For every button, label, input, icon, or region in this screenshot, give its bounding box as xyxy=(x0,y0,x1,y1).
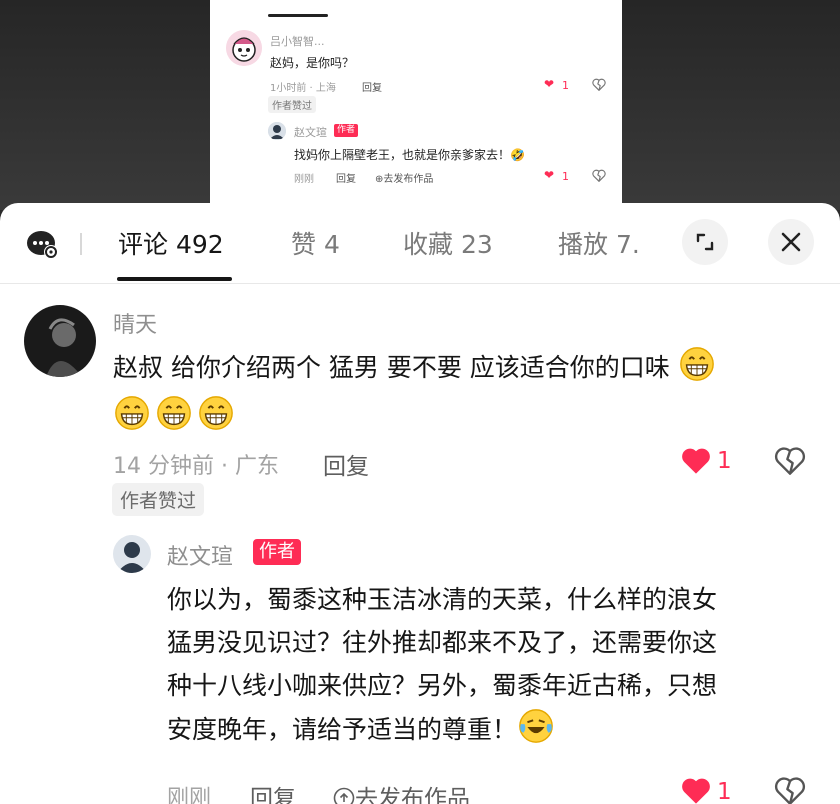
tab-separator xyxy=(80,233,82,255)
active-tab-underline xyxy=(117,277,232,281)
close-button[interactable] xyxy=(768,219,814,265)
author-liked-badge: 作者赞过 xyxy=(112,483,205,516)
inset-comment-text: 赵妈，是你吗？ xyxy=(270,56,355,70)
publish-work-button[interactable]: 去发布作品 xyxy=(333,779,470,804)
reply-dislike-icon[interactable] xyxy=(774,776,806,804)
grinning-emoji-icon xyxy=(679,347,714,381)
publish-icon xyxy=(333,787,355,804)
tab-comments[interactable]: 评论 492 xyxy=(118,225,224,261)
author-avatar[interactable] xyxy=(113,535,151,573)
inset-tab-underline xyxy=(268,14,328,17)
inset-heart-icon[interactable]: ❤ xyxy=(544,77,554,91)
inset-author-liked-badge: 作者赞过 xyxy=(268,96,316,113)
inset-reply-dislike-icon[interactable] xyxy=(592,169,606,182)
inset-author-tag: 作者 xyxy=(334,124,359,137)
inset-author-name[interactable]: 赵文瑄 xyxy=(294,124,327,140)
inset-reply-reply-button[interactable]: 回复 xyxy=(336,170,356,185)
reply-line: 你以为，蜀黍这种玉洁冰清的天菜，什么样的浪女 xyxy=(167,585,718,614)
grinning-emoji-icon xyxy=(199,396,233,430)
tears-of-joy-emoji-icon xyxy=(519,709,553,743)
inset-username[interactable]: 吕小智智... xyxy=(270,33,325,49)
comment-sheet: 评论 492 赞 4 收藏 23 播放 7. 晴天 赵叔 给你介绍两个 猛男 要… xyxy=(0,203,840,804)
inset-reply-text: 找妈你上隔壁老王，也就是你亲爹家去！🤣 xyxy=(294,148,525,162)
commenter-username[interactable]: 晴天 xyxy=(113,307,157,339)
dark-portrait-avatar-icon xyxy=(24,305,96,377)
reply-line-last: 安度晚年，请给予适当的尊重！ xyxy=(167,707,827,751)
comment-time-location: 14 分钟前 · 广东 xyxy=(113,454,279,479)
author-avatar-icon xyxy=(113,535,151,573)
dislike-icon[interactable] xyxy=(774,446,806,475)
reply-like-count: 1 xyxy=(717,779,732,804)
inset-publish-button[interactable]: ⊕去发布作品 xyxy=(375,170,433,185)
comment-reply-button[interactable]: 回复 xyxy=(323,447,369,481)
previous-comment-screenshot: 吕小智智... 赵妈，是你吗？ 1小时前 · 上海 回复 作者赞过 ❤ 1 赵文… xyxy=(210,0,622,208)
inset-reply-like-count: 1 xyxy=(562,170,569,183)
author-username[interactable]: 赵文瑄 xyxy=(167,539,233,571)
author-tag: 作者 xyxy=(253,539,301,565)
close-icon xyxy=(781,232,801,252)
laughing-emoji-icon: 🤣 xyxy=(510,148,525,162)
reply-heart-icon[interactable] xyxy=(680,776,712,804)
tab-likes[interactable]: 赞 4 xyxy=(291,225,340,261)
expand-icon xyxy=(696,233,714,251)
inset-dislike-icon[interactable] xyxy=(592,78,606,91)
comment-like-count: 1 xyxy=(717,448,732,474)
reply-time: 刚刚 xyxy=(167,786,212,804)
grinning-emoji-icon xyxy=(157,396,191,430)
author-avatar-icon xyxy=(268,122,286,140)
inset-reply-heart-icon[interactable]: ❤ xyxy=(544,168,554,182)
comment-text: 赵叔 给你介绍两个 猛男 要不要 应该适合你的口味 xyxy=(113,345,833,389)
emoji-row xyxy=(113,394,235,432)
reply-reply-button[interactable]: 回复 xyxy=(250,779,296,804)
reply-line: 种十八线小咖来供应？另外，蜀黍年近古稀，只想 xyxy=(167,671,718,700)
inset-reply-button[interactable]: 回复 xyxy=(362,79,382,94)
heart-icon[interactable] xyxy=(680,446,712,475)
reply-text: 你以为，蜀黍这种玉洁冰清的天菜，什么样的浪女 猛男没见识过？往外推却都来不及了，… xyxy=(167,578,827,751)
inset-avatar[interactable] xyxy=(226,30,262,66)
inset-like-count: 1 xyxy=(562,79,569,92)
grinning-emoji-icon xyxy=(115,396,149,430)
tab-favorites[interactable]: 收藏 23 xyxy=(403,225,493,261)
reply-line: 猛男没见识过？往外推却都来不及了，还需要你这 xyxy=(167,628,718,657)
inset-author-avatar[interactable] xyxy=(268,122,286,140)
tab-plays[interactable]: 播放 7. xyxy=(558,225,640,261)
comment-tabs-bar: 评论 492 赞 4 收藏 23 播放 7. xyxy=(0,203,840,284)
commenter-avatar[interactable] xyxy=(24,305,96,377)
cartoon-avatar-icon xyxy=(226,30,262,66)
comment-settings-icon[interactable] xyxy=(26,229,60,261)
expand-button[interactable] xyxy=(682,219,728,265)
inset-reply-time: 刚刚 xyxy=(294,174,314,185)
inset-time-location: 1小时前 · 上海 xyxy=(270,83,336,94)
